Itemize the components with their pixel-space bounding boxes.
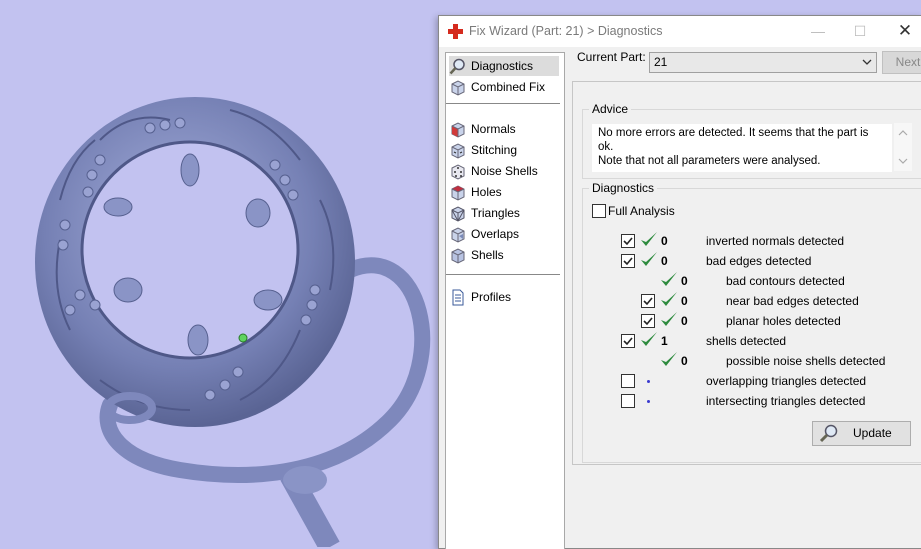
next-button[interactable]: Next: [882, 51, 921, 74]
green-check-icon: [641, 252, 657, 266]
diagnostic-count: 0: [681, 274, 688, 288]
sidebar-item-profiles[interactable]: Profiles: [449, 287, 559, 307]
chevron-down-icon: [862, 59, 872, 65]
diagnostic-text: possible noise shells detected: [726, 354, 886, 368]
current-part-select[interactable]: 21: [649, 52, 877, 73]
sidebar-item-label: Profiles: [471, 290, 512, 304]
advice-title: Advice: [589, 102, 632, 116]
diagnostic-text: overlapping triangles detected: [706, 374, 867, 388]
diagnostic-count: 0: [681, 354, 688, 368]
sidebar-divider: [446, 103, 560, 104]
diagnostic-count: 0: [661, 254, 668, 268]
sidebar-item-label: Overlaps: [471, 227, 520, 241]
diagnostic-count: 0: [681, 314, 688, 328]
full-analysis-checkbox[interactable]: [592, 204, 606, 218]
diagnostic-row-checkbox[interactable]: [641, 294, 655, 308]
diagnostic-row-checkbox[interactable]: [621, 334, 635, 348]
sidebar-item-shells[interactable]: Shells: [449, 245, 559, 265]
advice-text: No more errors are detected. It seems th…: [592, 124, 892, 172]
sidebar-item-label: Diagnostics: [471, 59, 534, 73]
diagnostic-text: shells detected: [706, 334, 787, 348]
document-icon: [452, 289, 464, 305]
pivot-marker[interactable]: [238, 333, 248, 343]
green-check-icon: [661, 272, 677, 286]
green-check-icon: [641, 232, 657, 246]
wizard-sidebar: Diagnostics Combined Fix Normals Stitchi…: [445, 52, 565, 549]
pendant-model[interactable]: [35, 97, 431, 547]
triangles-cube-icon: [451, 205, 465, 222]
sidebar-item-label: Noise Shells: [471, 164, 538, 178]
diagnostic-text: near bad edges detected: [726, 294, 859, 308]
diagnostic-row-checkbox[interactable]: [621, 254, 635, 268]
diagnostic-text: intersecting triangles detected: [706, 394, 866, 408]
minimize-button[interactable]: —: [807, 20, 829, 42]
cube-icon: [451, 79, 465, 96]
green-check-icon: [661, 352, 677, 366]
diagnostic-count: 0: [661, 234, 668, 248]
diagnostic-text: planar holes detected: [726, 314, 841, 328]
close-button[interactable]: ✕: [894, 20, 916, 42]
sidebar-item-label: Triangles: [471, 206, 520, 220]
sidebar-item-overlaps[interactable]: Overlaps: [449, 224, 559, 244]
normals-cube-icon: [451, 121, 465, 138]
sidebar-item-holes[interactable]: Holes: [449, 182, 559, 202]
diagnostic-text: bad contours detected: [726, 274, 845, 288]
advice-scrollbar[interactable]: [894, 123, 912, 171]
sidebar-item-noise-shells[interactable]: Noise Shells: [449, 161, 559, 181]
update-button[interactable]: Update: [812, 421, 911, 446]
stitching-cube-icon: [451, 142, 465, 159]
green-check-icon: [661, 292, 677, 306]
noise-shells-cube-icon: [451, 163, 465, 180]
diagnostic-count: 1: [661, 334, 668, 348]
current-part-label: Current Part:: [577, 50, 646, 64]
diagnostics-group: Diagnostics Full Analysis 0 inverted norm…: [582, 181, 921, 463]
update-label: Update: [853, 426, 892, 440]
sidebar-item-label: Normals: [471, 122, 516, 136]
current-part-value: 21: [654, 55, 668, 69]
full-analysis-label[interactable]: Full Analysis: [608, 204, 675, 218]
magnifier-icon: [819, 424, 838, 443]
pending-dot-icon: [647, 380, 650, 383]
diagnostic-text: bad edges detected: [706, 254, 812, 268]
magnifier-icon: [449, 58, 465, 74]
diagnostic-text: inverted normals detected: [706, 234, 845, 248]
maximize-button[interactable]: ☐: [849, 20, 871, 42]
diagnostic-count: 0: [681, 294, 688, 308]
holes-cube-icon: [451, 184, 465, 201]
sidebar-item-stitching[interactable]: Stitching: [449, 140, 559, 160]
sidebar-item-triangles[interactable]: Triangles: [449, 203, 559, 223]
sidebar-item-label: Holes: [471, 185, 502, 199]
diagnostics-title: Diagnostics: [589, 181, 658, 195]
window-title: Fix Wizard (Part: 21) > Diagnostics: [469, 24, 663, 38]
shells-cube-icon: [451, 247, 465, 264]
sidebar-item-combined-fix[interactable]: Combined Fix: [449, 77, 559, 97]
pending-dot-icon: [647, 400, 650, 403]
green-check-icon: [661, 312, 677, 326]
sidebar-item-label: Shells: [471, 248, 504, 262]
sidebar-item-diagnostics[interactable]: Diagnostics: [449, 56, 559, 76]
advice-group: Advice No more errors are detected. It s…: [582, 102, 921, 179]
green-check-icon: [641, 332, 657, 346]
diagnostic-row-checkbox[interactable]: [621, 394, 635, 408]
sidebar-divider: [446, 274, 560, 275]
diagnostic-row-checkbox[interactable]: [621, 374, 635, 388]
sidebar-item-normals[interactable]: Normals: [449, 119, 559, 139]
diagnostic-row-checkbox[interactable]: [621, 234, 635, 248]
diagnostics-panel: Advice No more errors are detected. It s…: [572, 81, 921, 465]
sidebar-item-label: Stitching: [471, 143, 518, 157]
diagnostic-row-checkbox[interactable]: [641, 314, 655, 328]
title-bar[interactable]: Fix Wizard (Part: 21) > Diagnostics — ☐ …: [439, 16, 921, 47]
fix-wizard-dialog: Fix Wizard (Part: 21) > Diagnostics — ☐ …: [438, 15, 921, 549]
stem-joint: [283, 466, 327, 494]
red-cross-icon: [448, 24, 463, 39]
overlaps-cube-icon: [451, 226, 465, 243]
sidebar-item-label: Combined Fix: [471, 80, 546, 94]
